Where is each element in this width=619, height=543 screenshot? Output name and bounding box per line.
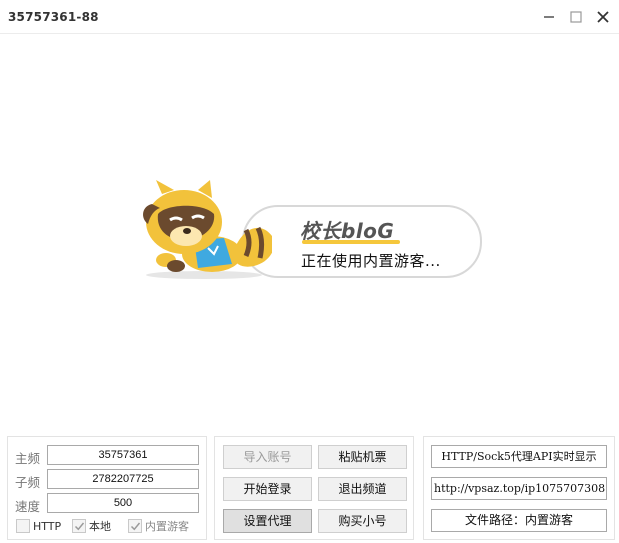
start-login-button[interactable]: 开始登录 xyxy=(223,477,312,501)
check-icon xyxy=(72,519,86,533)
set-proxy-button[interactable]: 设置代理 xyxy=(223,509,312,533)
file-path-field[interactable]: 文件路径：内置游客 xyxy=(431,509,607,532)
exit-channel-button[interactable]: 退出频道 xyxy=(318,477,407,501)
builtin-guest-checkbox[interactable]: 内置游客 xyxy=(128,518,189,534)
proxy-url-field[interactable]: http://vpsaz.top/ip1075707308 xyxy=(431,477,607,500)
local-checkbox-label: 本地 xyxy=(89,520,111,533)
proxy-api-display-button[interactable]: HTTP/Sock5代理API实时显示 xyxy=(431,445,607,468)
buy-account-button[interactable]: 购买小号 xyxy=(318,509,407,533)
speed-field[interactable]: 500 xyxy=(47,493,199,513)
main-label: 主频 xyxy=(15,451,41,466)
http-checkbox[interactable]: HTTP xyxy=(16,518,61,534)
main-frequency-field[interactable]: 35757361 xyxy=(47,445,199,465)
raccoon-mascot-icon xyxy=(143,180,272,279)
minimize-button[interactable] xyxy=(538,6,560,28)
import-account-button[interactable]: 导入账号 xyxy=(223,445,312,469)
builtin-guest-checkbox-label: 内置游客 xyxy=(145,520,189,533)
paste-ticket-button[interactable]: 粘贴机票 xyxy=(318,445,407,469)
sub-label: 子频 xyxy=(15,475,41,490)
local-checkbox[interactable]: 本地 xyxy=(72,518,111,534)
brand-underline xyxy=(302,240,400,244)
checkbox-box xyxy=(16,519,30,533)
maximize-button[interactable] xyxy=(565,6,587,28)
speed-label: 速度 xyxy=(15,499,41,514)
maximize-icon xyxy=(570,11,582,23)
http-checkbox-label: HTTP xyxy=(33,519,62,533)
title-bar: 35757361-88 xyxy=(0,0,619,34)
sub-frequency-field[interactable]: 2782207725 xyxy=(47,469,199,489)
window-title: 35757361-88 xyxy=(8,10,99,24)
close-button[interactable] xyxy=(592,6,614,28)
minimize-icon xyxy=(544,16,554,18)
close-icon xyxy=(597,11,609,23)
splash-status: 正在使用内置游客... xyxy=(301,252,441,270)
check-icon xyxy=(128,519,142,533)
